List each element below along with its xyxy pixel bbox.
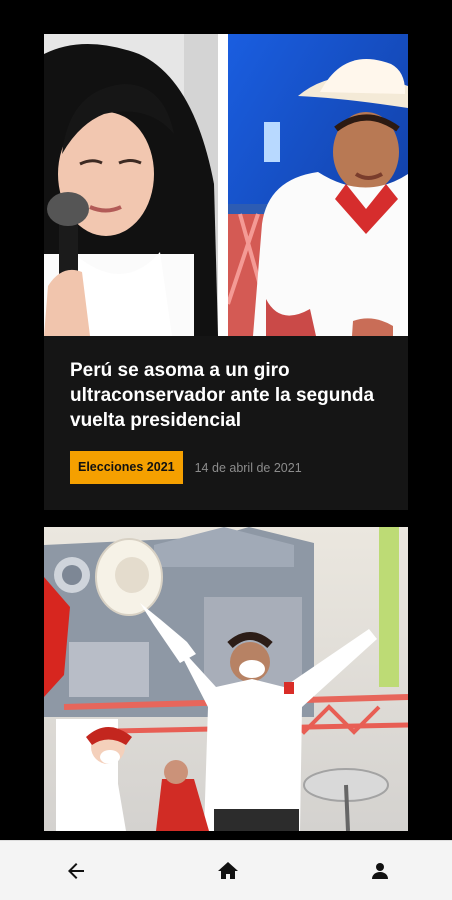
- article-meta: Elecciones 2021 14 de abril de 2021: [70, 451, 302, 484]
- rally-photo: [44, 527, 408, 831]
- home-icon: [218, 862, 238, 879]
- publish-date: 14 de abril de 2021: [194, 460, 302, 475]
- user-icon: [372, 863, 388, 879]
- keiko-fujimori-photo: [44, 34, 218, 336]
- news-screen: Perú se asoma a un giro ultraconservador…: [0, 0, 452, 900]
- profile-button[interactable]: [362, 853, 398, 889]
- arrow-left-icon: [68, 863, 84, 879]
- home-button[interactable]: [210, 853, 246, 889]
- category-tag[interactable]: Elecciones 2021: [70, 451, 183, 484]
- article-title[interactable]: Perú se asoma a un giro ultraconservador…: [70, 358, 382, 433]
- article-card-2[interactable]: [44, 527, 408, 831]
- pedro-castillo-photo: [228, 34, 408, 336]
- article-card[interactable]: Perú se asoma a un giro ultraconservador…: [44, 34, 408, 510]
- bottom-navigation: [0, 840, 452, 900]
- back-button[interactable]: [58, 853, 94, 889]
- article-image-pair[interactable]: [44, 34, 408, 336]
